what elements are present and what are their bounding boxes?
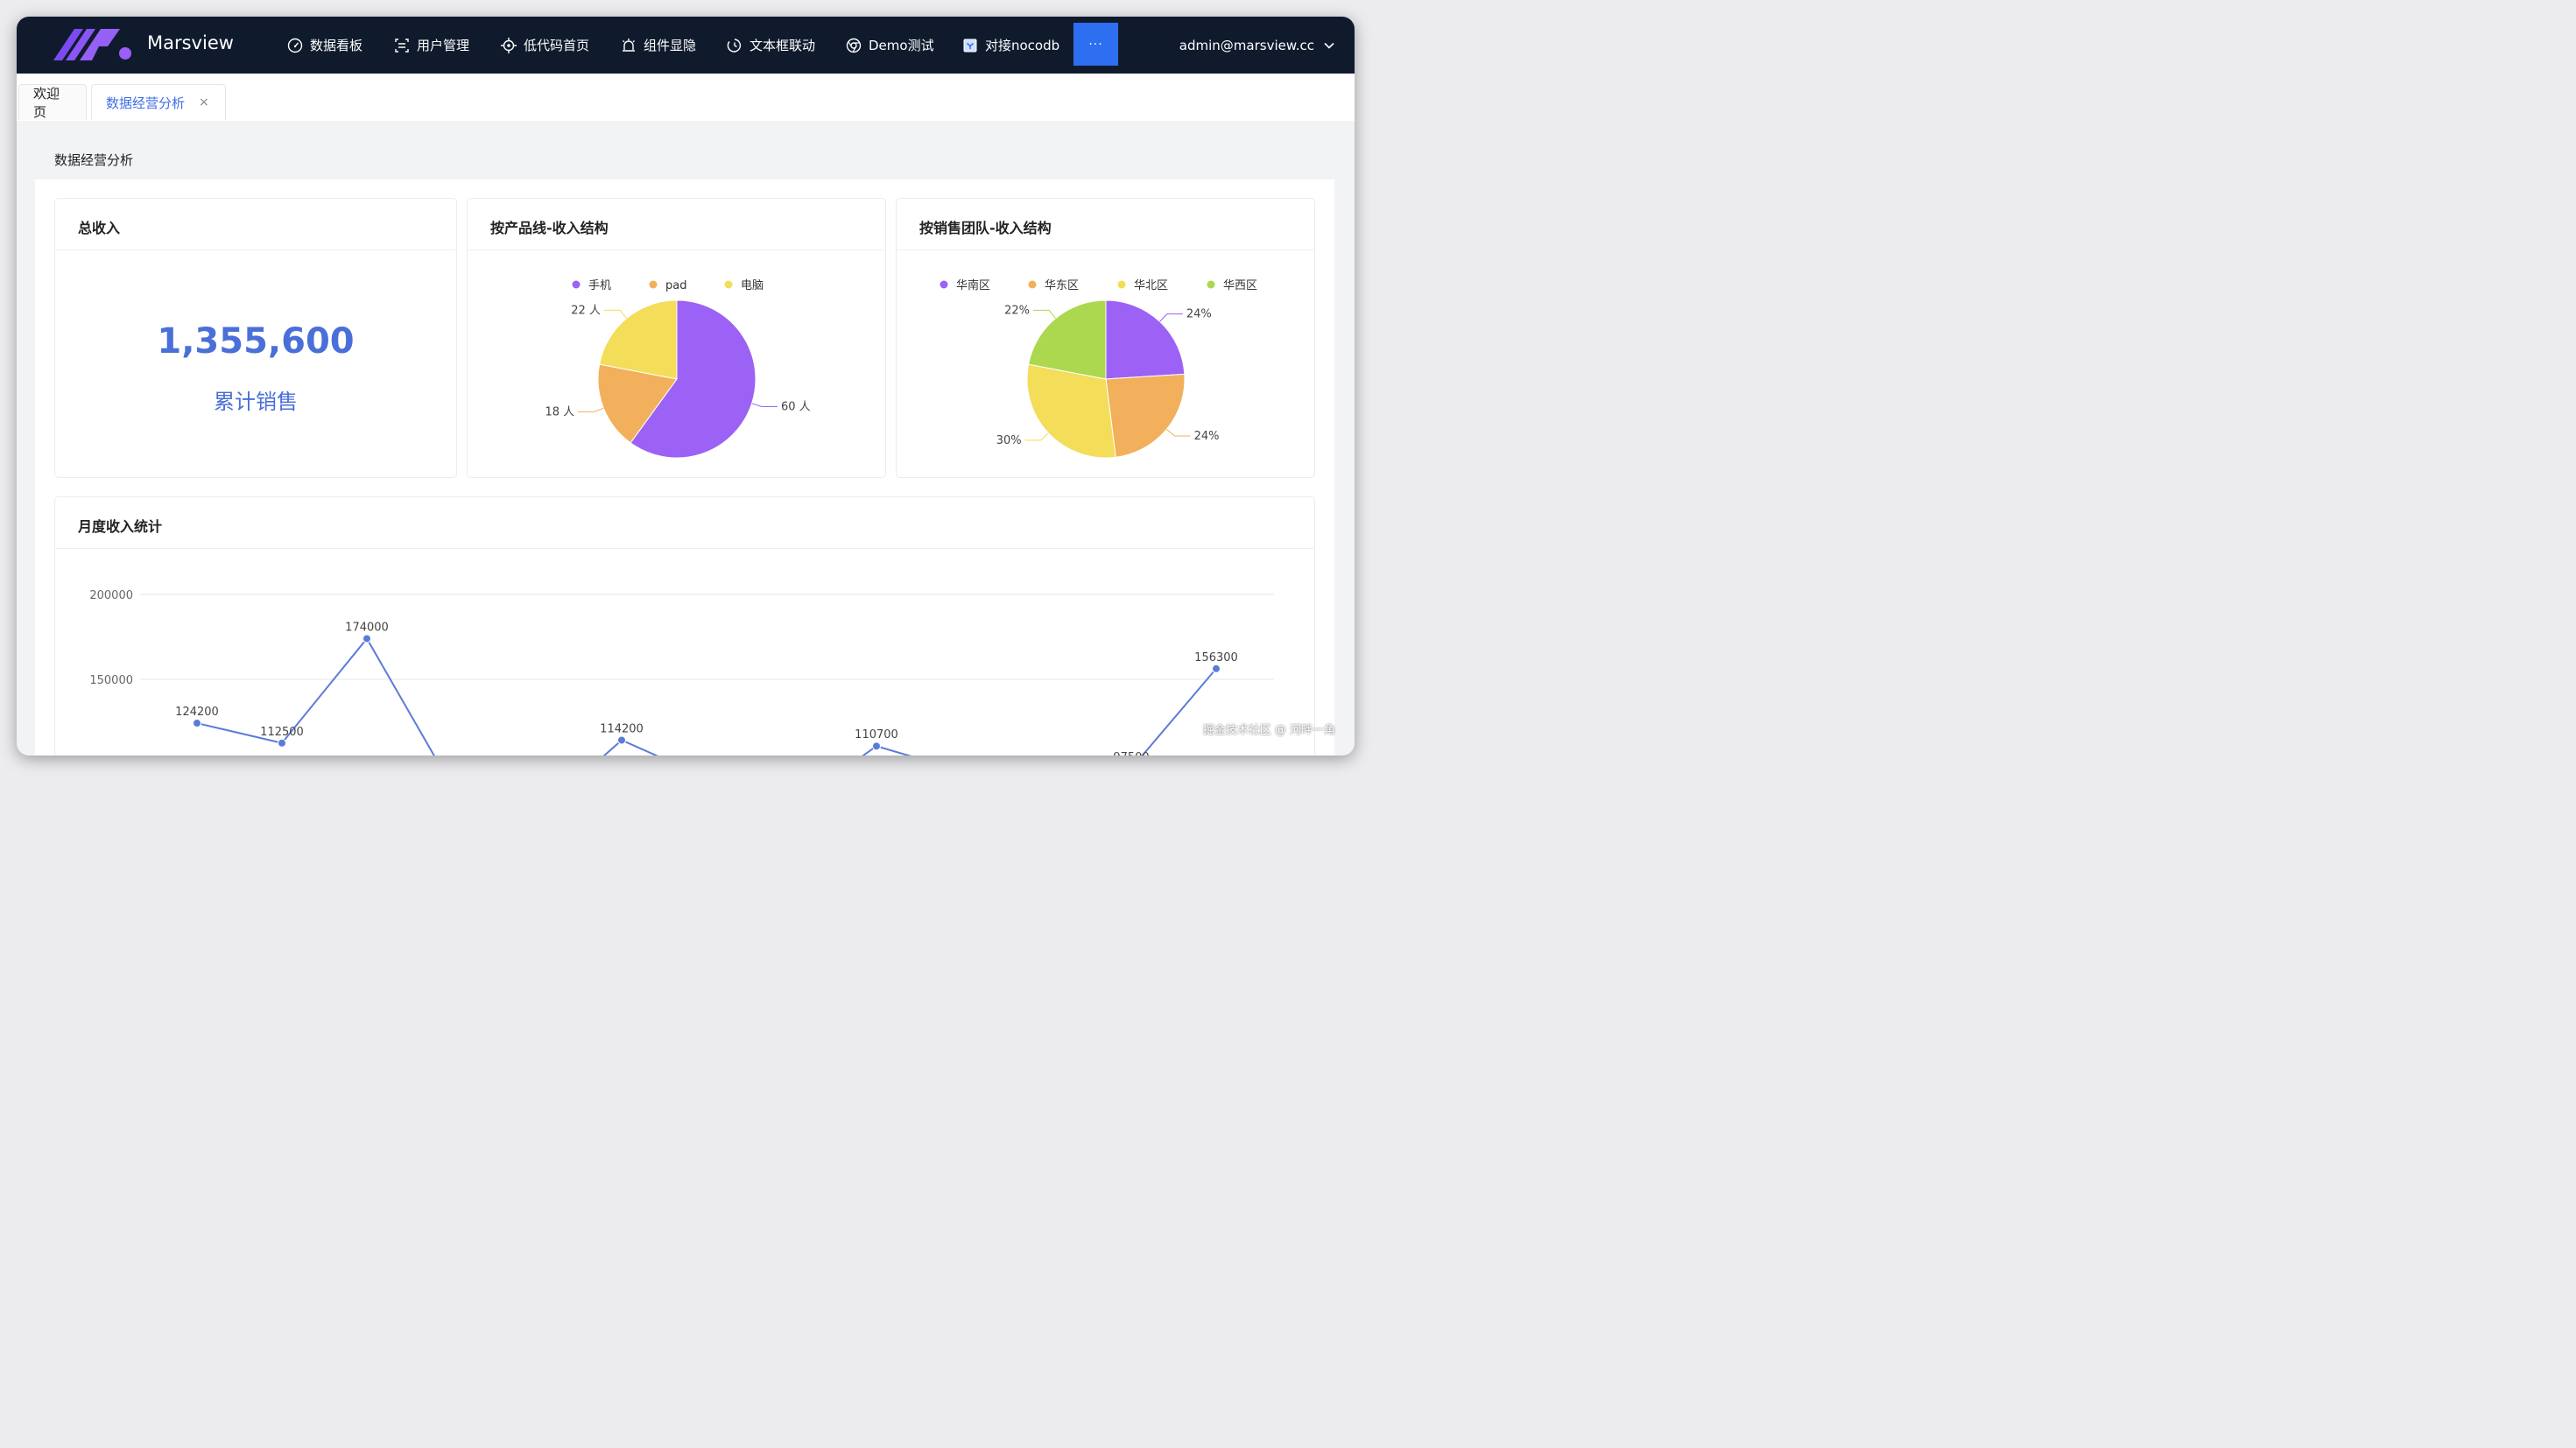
- data-label: 156300: [1194, 651, 1238, 664]
- pie-slice[interactable]: [1105, 299, 1186, 380]
- data-point[interactable]: [617, 735, 626, 745]
- legend-marker[interactable]: [649, 280, 658, 289]
- nav-dashboard-label: 数据看板: [310, 38, 363, 53]
- tab-welcome-label: 欢迎页: [33, 86, 60, 120]
- pie-label-line: [1159, 313, 1183, 322]
- legend-marker[interactable]: [1117, 280, 1126, 289]
- product-pie-title: 按产品线-收入结构: [468, 199, 885, 250]
- page-title: 数据经营分析: [54, 152, 134, 168]
- pie-label-line: [578, 407, 604, 413]
- user-email: admin@marsview.cc: [1179, 37, 1314, 53]
- app-window: Marsview 数据看板 用户管理 低代码首页 组件显隐 文本框联动 Demo…: [17, 17, 1355, 756]
- data-point[interactable]: [362, 634, 371, 643]
- legend-label[interactable]: pad: [665, 279, 686, 292]
- dashboard-icon: [287, 38, 303, 53]
- top-navbar: Marsview 数据看板 用户管理 低代码首页 组件显隐 文本框联动 Demo…: [17, 17, 1355, 74]
- monthly-revenue-chart: 2000001500001000001242001125001740001142…: [89, 589, 1274, 756]
- data-label: 110700: [855, 728, 898, 742]
- watermark: 掘金技术社区 @ 河畔一角: [1202, 724, 1335, 737]
- legend-marker[interactable]: [940, 280, 948, 289]
- chevron-down-icon: [1324, 42, 1334, 49]
- marsview-logo-icon[interactable]: [53, 27, 134, 62]
- legend-marker[interactable]: [724, 280, 733, 289]
- pie-label-line: [1166, 428, 1191, 437]
- user-menu[interactable]: admin@marsview.cc: [1179, 17, 1335, 74]
- product-pie-chart: 手机 pad 电脑 60 人 18 人 22 人: [545, 279, 811, 459]
- pie-slice[interactable]: [1105, 373, 1186, 458]
- data-point[interactable]: [278, 738, 286, 748]
- y-tick-label: 150000: [89, 674, 133, 687]
- brand-name[interactable]: Marsview: [147, 32, 234, 53]
- total-revenue-value: 1,355,600: [157, 321, 355, 362]
- monthly-revenue-title: 月度收入统计: [55, 497, 1314, 549]
- total-revenue-label: 累计销售: [214, 390, 298, 414]
- pie-label-line: [603, 309, 628, 319]
- nav-lowcode-home-label: 低代码首页: [524, 38, 590, 53]
- pie-data-label: 18 人: [545, 406, 574, 419]
- legend-label[interactable]: 手机: [588, 279, 611, 292]
- total-revenue-card: 总收入 1,355,600 累计销售: [54, 198, 457, 478]
- pie-data-label: 24%: [1186, 308, 1212, 321]
- nav-user-management[interactable]: 用户管理: [394, 17, 469, 74]
- more-menu-button[interactable]: ···: [1073, 23, 1118, 66]
- legend-marker[interactable]: [1028, 280, 1037, 289]
- target-icon: [501, 37, 517, 53]
- tab-data-analysis[interactable]: 数据经营分析 ×: [91, 84, 226, 120]
- alarm-icon: [623, 38, 635, 52]
- close-icon[interactable]: ×: [199, 95, 209, 109]
- data-point[interactable]: [193, 719, 201, 728]
- legend-marker[interactable]: [1207, 280, 1215, 289]
- team-pie-chart: 华南区 华东区 华北区 华西区 24% 24% 30% 22%: [940, 278, 1257, 459]
- nav-nocodb-label: 对接nocodb: [985, 38, 1060, 53]
- total-revenue-title: 总收入: [55, 199, 456, 250]
- chrome-icon: [846, 38, 862, 53]
- team-pie-card: 按销售团队-收入结构 华南区 华东区 华北区 华西区 24% 24% 30% 22%: [896, 198, 1315, 478]
- legend-marker[interactable]: [572, 280, 581, 289]
- data-label: 124200: [175, 706, 219, 719]
- tab-bar: 欢迎页 数据经营分析 ×: [17, 74, 1355, 121]
- product-pie-card: 按产品线-收入结构 手机 pad 电脑 60 人 18 人 22 人: [467, 198, 886, 478]
- clock-icon: [727, 38, 742, 53]
- pie-data-label: 22%: [1004, 304, 1030, 317]
- nav-demo-test[interactable]: Demo测试: [846, 17, 934, 74]
- legend-label[interactable]: 华西区: [1223, 279, 1257, 292]
- nav-textbox-linkage[interactable]: 文本框联动: [727, 17, 815, 74]
- data-point[interactable]: [1212, 664, 1221, 673]
- nav-textbox-linkage-label: 文本框联动: [750, 38, 816, 53]
- tab-data-analysis-label: 数据经营分析: [106, 95, 186, 111]
- data-label: 114200: [600, 722, 644, 735]
- data-label: 112500: [260, 726, 304, 739]
- nav-nocodb[interactable]: 对接nocodb: [962, 17, 1059, 74]
- data-point[interactable]: [872, 742, 881, 751]
- legend-label[interactable]: 华北区: [1134, 279, 1168, 292]
- pie-label-line: [751, 403, 778, 408]
- app-icon: [963, 39, 977, 52]
- legend-label[interactable]: 华南区: [956, 278, 990, 292]
- pie-label-line: [1024, 432, 1049, 441]
- nav-lowcode-home[interactable]: 低代码首页: [501, 17, 589, 74]
- team-pie-title: 按销售团队-收入结构: [897, 199, 1314, 250]
- data-label: 174000: [345, 621, 389, 634]
- legend-label[interactable]: 电脑: [741, 279, 764, 292]
- main-content: 总收入 1,355,600 累计销售 按产品线-收入结构 手机 pad 电脑 60 人…: [35, 179, 1334, 756]
- tab-welcome[interactable]: 欢迎页: [18, 84, 87, 120]
- pie-label-line: [1032, 309, 1057, 319]
- revenue-line: [196, 636, 1217, 756]
- nav-demo-test-label: Demo测试: [869, 38, 934, 53]
- y-tick-label: 200000: [89, 589, 133, 602]
- pie-data-label: 22 人: [571, 304, 601, 317]
- nav-user-management-label: 用户管理: [417, 38, 470, 53]
- nav-dashboard[interactable]: 数据看板: [287, 17, 362, 74]
- pie-data-label: 24%: [1194, 430, 1220, 443]
- legend-label[interactable]: 华东区: [1045, 279, 1079, 292]
- user-scan-icon: [395, 38, 409, 53]
- pie-data-label: 60 人: [781, 401, 811, 414]
- nav-component-visibility[interactable]: 组件显隐: [621, 17, 696, 74]
- monthly-revenue-card: 月度收入统计 200000 150000 100000 124200 112500 174…: [54, 496, 1315, 756]
- pie-data-label: 30%: [996, 434, 1022, 447]
- data-label: 97500: [1113, 751, 1149, 756]
- nav-component-visibility-label: 组件显隐: [644, 38, 697, 53]
